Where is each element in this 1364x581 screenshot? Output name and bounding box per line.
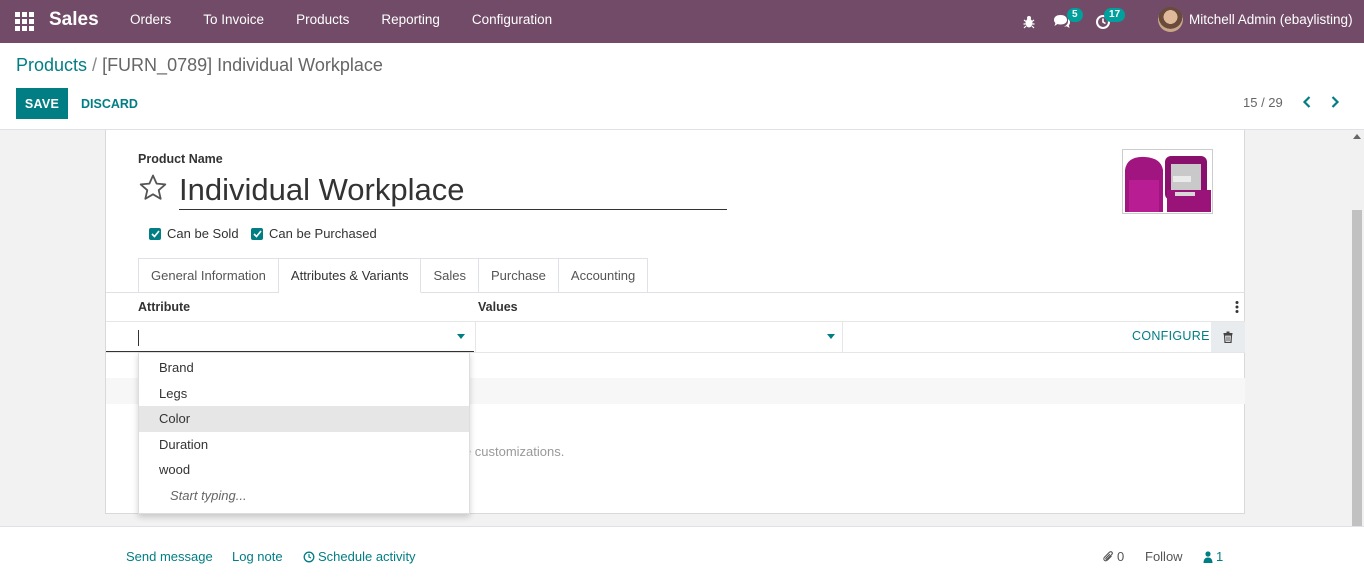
can-be-purchased-label[interactable]: Can be Purchased bbox=[269, 226, 377, 241]
menu-reporting[interactable]: Reporting bbox=[365, 0, 456, 43]
tab-general-information[interactable]: General Information bbox=[138, 258, 279, 293]
chatter-bar: Send message Log note Schedule activity … bbox=[0, 526, 1364, 581]
user-icon bbox=[1203, 550, 1213, 563]
pager-previous-icon[interactable] bbox=[1299, 93, 1315, 111]
delete-row-trash-icon[interactable] bbox=[1211, 322, 1245, 352]
main-menu: Orders To Invoice Products Reporting Con… bbox=[114, 0, 568, 43]
text-caret bbox=[138, 330, 139, 346]
attachments-button[interactable]: 0 bbox=[1103, 549, 1124, 564]
tab-sales[interactable]: Sales bbox=[421, 258, 479, 293]
app-name[interactable]: Sales bbox=[49, 9, 99, 31]
breadcrumb-products-link[interactable]: Products bbox=[16, 55, 87, 75]
breadcrumb-separator: / bbox=[92, 55, 98, 75]
followers-count: 1 bbox=[1216, 549, 1224, 564]
pager-value[interactable]: 15 / 29 bbox=[1243, 95, 1283, 110]
form-tabs: General Information Attributes & Variant… bbox=[138, 258, 649, 293]
apps-grid-icon[interactable] bbox=[15, 12, 34, 31]
can-be-purchased-field: Can be Purchased bbox=[251, 226, 377, 241]
menu-orders[interactable]: Orders bbox=[114, 0, 187, 43]
can-be-purchased-checkbox[interactable] bbox=[251, 227, 263, 240]
scrollbar-thumb[interactable] bbox=[1352, 210, 1362, 526]
menu-to-invoice[interactable]: To Invoice bbox=[187, 0, 280, 43]
configure-button[interactable]: CONFIGURE bbox=[1132, 329, 1210, 343]
dropdown-option-color[interactable]: Color bbox=[139, 406, 469, 432]
avatar bbox=[1158, 7, 1183, 32]
followers-button[interactable]: 1 bbox=[1203, 549, 1223, 564]
values-dropdown-arrow-icon[interactable] bbox=[827, 334, 835, 339]
send-message-button[interactable]: Send message bbox=[126, 549, 213, 564]
dropdown-option-duration[interactable]: Duration bbox=[139, 432, 469, 458]
schedule-activity-label: Schedule activity bbox=[318, 549, 416, 564]
attribute-autocomplete-dropdown: Brand Legs Color Duration wood Start typ… bbox=[138, 352, 470, 514]
can-be-sold-field: Can be Sold bbox=[149, 226, 239, 241]
chat-icon[interactable] bbox=[1053, 0, 1071, 43]
tab-purchase[interactable]: Purchase bbox=[478, 258, 559, 293]
discard-button[interactable]: DISCARD bbox=[73, 88, 146, 119]
favorite-star-icon[interactable] bbox=[138, 173, 168, 203]
pager-next-icon[interactable] bbox=[1327, 93, 1343, 111]
clock-icon bbox=[303, 551, 315, 562]
product-name-label: Product Name bbox=[138, 152, 223, 166]
control-panel: Products / [FURN_0789] Individual Workplac… bbox=[0, 43, 1364, 130]
top-navbar: Sales Orders To Invoice Products Reporti… bbox=[0, 0, 1364, 43]
user-name: Mitchell Admin (ebaylisting) bbox=[1189, 12, 1353, 27]
attribute-dropdown-arrow-icon[interactable] bbox=[457, 334, 465, 339]
attachments-count: 0 bbox=[1117, 549, 1125, 564]
can-be-sold-label[interactable]: Can be Sold bbox=[167, 226, 239, 241]
messages-count-badge: 5 bbox=[1067, 8, 1083, 22]
attribute-input[interactable] bbox=[106, 322, 474, 352]
activities-count-badge: 17 bbox=[1104, 8, 1126, 22]
tab-accounting[interactable]: Accounting bbox=[558, 258, 649, 293]
scroll-up-arrow-icon[interactable] bbox=[1353, 134, 1361, 139]
menu-configuration[interactable]: Configuration bbox=[456, 0, 568, 43]
breadcrumb: Products / [FURN_0789] Individual Workplac… bbox=[16, 55, 383, 76]
product-image[interactable] bbox=[1122, 149, 1213, 214]
tab-attributes-variants[interactable]: Attributes & Variants bbox=[278, 258, 422, 293]
bug-icon[interactable] bbox=[1022, 0, 1038, 43]
column-header-values[interactable]: Values bbox=[478, 300, 518, 314]
dropdown-start-typing-hint[interactable]: Start typing... bbox=[139, 483, 469, 509]
values-input[interactable] bbox=[475, 322, 843, 352]
dropdown-option-brand[interactable]: Brand bbox=[139, 355, 469, 381]
user-menu[interactable]: Mitchell Admin (ebaylisting) bbox=[1158, 7, 1353, 32]
dropdown-option-legs[interactable]: Legs bbox=[139, 381, 469, 407]
save-button[interactable]: SAVE bbox=[16, 88, 68, 119]
can-be-sold-checkbox[interactable] bbox=[149, 227, 161, 240]
breadcrumb-current: [FURN_0789] Individual Workplace bbox=[102, 55, 383, 75]
follow-button[interactable]: Follow bbox=[1145, 549, 1183, 564]
product-name-input[interactable] bbox=[179, 170, 727, 210]
column-header-attribute[interactable]: Attribute bbox=[138, 300, 190, 314]
log-note-button[interactable]: Log note bbox=[232, 549, 283, 564]
menu-products[interactable]: Products bbox=[280, 0, 365, 43]
paperclip-icon bbox=[1103, 551, 1113, 562]
dropdown-option-wood[interactable]: wood bbox=[139, 457, 469, 483]
schedule-activity-button[interactable]: Schedule activity bbox=[303, 549, 416, 564]
optional-columns-kebab-icon[interactable] bbox=[1232, 300, 1242, 314]
